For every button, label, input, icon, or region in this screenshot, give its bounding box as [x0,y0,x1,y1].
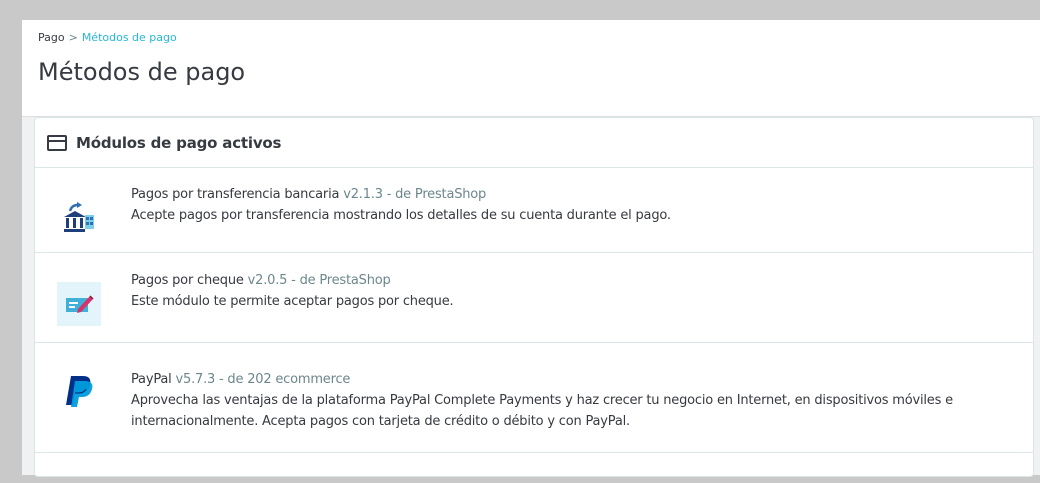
paypal-icon [57,369,101,413]
breadcrumb: Pago > Métodos de pago [38,31,1040,47]
module-description: Este módulo te permite aceptar pagos por… [131,294,454,309]
panel-header: Módulos de pago activos [35,118,1033,168]
breadcrumb-current-link[interactable]: Métodos de pago [82,31,177,44]
module-name[interactable]: Pagos por transferencia bancaria [131,187,339,202]
module-row-paypal: PayPal v5.7.3 - de 202 ecommerce Aprovec… [35,343,1033,453]
module-name[interactable]: PayPal [131,372,172,387]
active-payment-modules-panel: Módulos de pago activos Pagos por transf… [34,117,1034,477]
bank-transfer-icon [57,196,101,240]
module-version-author: v2.0.5 - de PrestaShop [247,273,391,288]
module-row-cheque: Pagos por cheque v2.0.5 - de PrestaShop … [35,253,1033,343]
breadcrumb-parent-link[interactable]: Pago [38,31,65,44]
panel-title: Módulos de pago activos [76,133,282,152]
module-info: Pagos por transferencia bancaria v2.1.3 … [131,184,671,226]
page-title: Métodos de pago [38,58,246,86]
module-description: Aprovecha las ventajas de la plataforma … [131,393,953,429]
module-version-author: v2.1.3 - de PrestaShop [343,187,487,202]
breadcrumb-separator: > [68,31,78,44]
cheque-icon [57,282,101,326]
module-row-bank-transfer: Pagos por transferencia bancaria v2.1.3 … [35,168,1033,253]
module-version-author: v5.7.3 - de 202 ecommerce [175,372,351,387]
module-info: Pagos por cheque v2.0.5 - de PrestaShop … [131,270,454,312]
module-description: Acepte pagos por transferencia mostrando… [131,208,671,223]
page-header: Pago > Métodos de pago Métodos de pago [22,20,1040,117]
module-name[interactable]: Pagos por cheque [131,273,244,288]
credit-card-icon [47,134,67,151]
module-info: PayPal v5.7.3 - de 202 ecommerce Aprovec… [131,369,1033,432]
